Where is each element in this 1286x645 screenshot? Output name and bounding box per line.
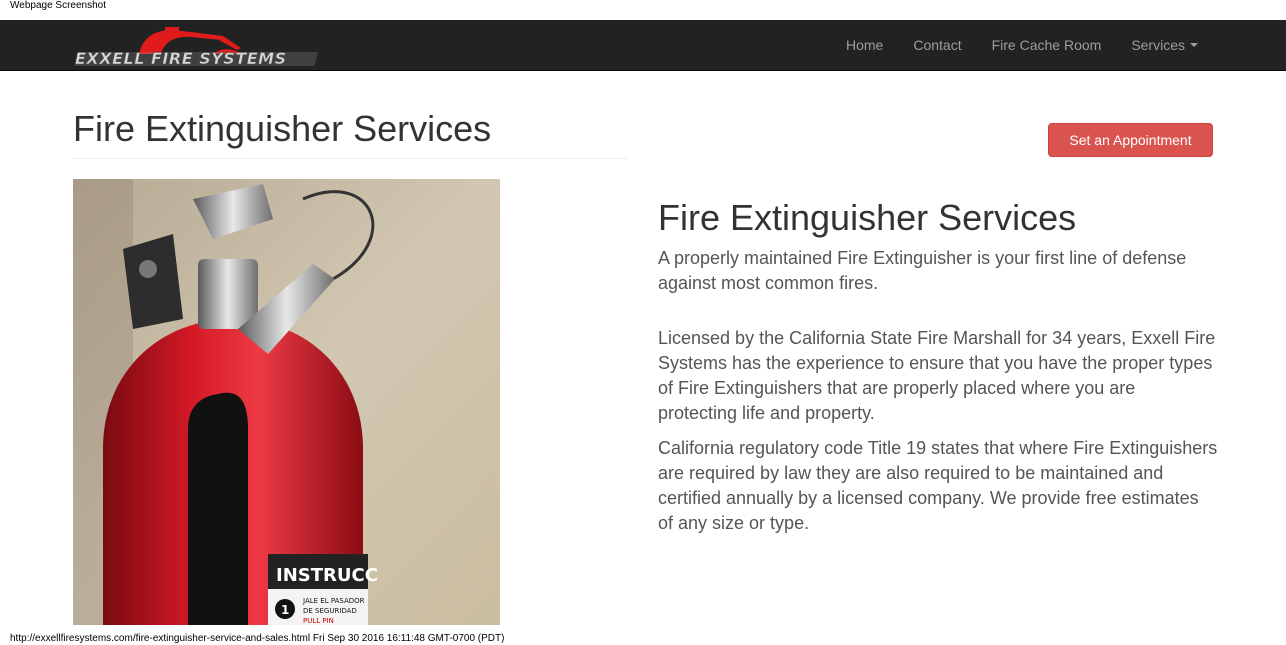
content-heading: Fire Extinguisher Services <box>658 197 1077 238</box>
main-nav: Home Contact Fire Cache Room Services <box>831 20 1213 70</box>
title-divider <box>73 158 628 159</box>
page-title: Fire Extinguisher Services <box>73 108 492 149</box>
nav-services-dropdown[interactable]: Services <box>1116 20 1213 70</box>
content-section: Fire Extinguisher Services A properly ma… <box>658 196 1218 546</box>
nav-fire-cache-room[interactable]: Fire Cache Room <box>977 20 1117 70</box>
footer-url: http://exxellfiresystems.com/fire-exting… <box>10 633 505 644</box>
brand-logo[interactable]: EXXELL FIRE SYSTEMS <box>73 24 325 68</box>
caret-down-icon <box>1190 43 1198 47</box>
navbar: EXXELL FIRE SYSTEMS Home Contact Fire Ca… <box>0 20 1286 71</box>
capture-label: Webpage Screenshot <box>10 0 106 11</box>
photo-step-text-1: JALE EL PASADOR <box>302 597 365 605</box>
content-paragraph-1: Licensed by the California State Fire Ma… <box>658 328 1216 423</box>
content-lead: A properly maintained Fire Extinguisher … <box>658 248 1187 293</box>
fire-extinguisher-photo: INSTRUCC 1 JALE EL PASADOR DE SEGURIDAD … <box>73 179 500 625</box>
photo-step-number: 1 <box>281 603 289 617</box>
svg-text:EXXELL FIRE SYSTEMS: EXXELL FIRE SYSTEMS <box>75 49 287 68</box>
nav-services-label: Services <box>1131 37 1185 53</box>
photo-step-text-2: DE SEGURIDAD <box>303 607 357 615</box>
nav-home[interactable]: Home <box>831 20 898 70</box>
nav-fire-cache-room-label: Fire Cache Room <box>991 37 1102 53</box>
nav-home-label: Home <box>846 37 884 53</box>
content-paragraph-2: California regulatory code Title 19 stat… <box>658 438 1218 533</box>
set-appointment-button[interactable]: Set an Appointment <box>1048 123 1213 157</box>
photo-step-text-3: PULL PIN <box>303 617 334 625</box>
nav-contact[interactable]: Contact <box>898 20 976 70</box>
photo-label-text: INSTRUCC <box>276 565 378 586</box>
nav-contact-label: Contact <box>913 37 962 53</box>
